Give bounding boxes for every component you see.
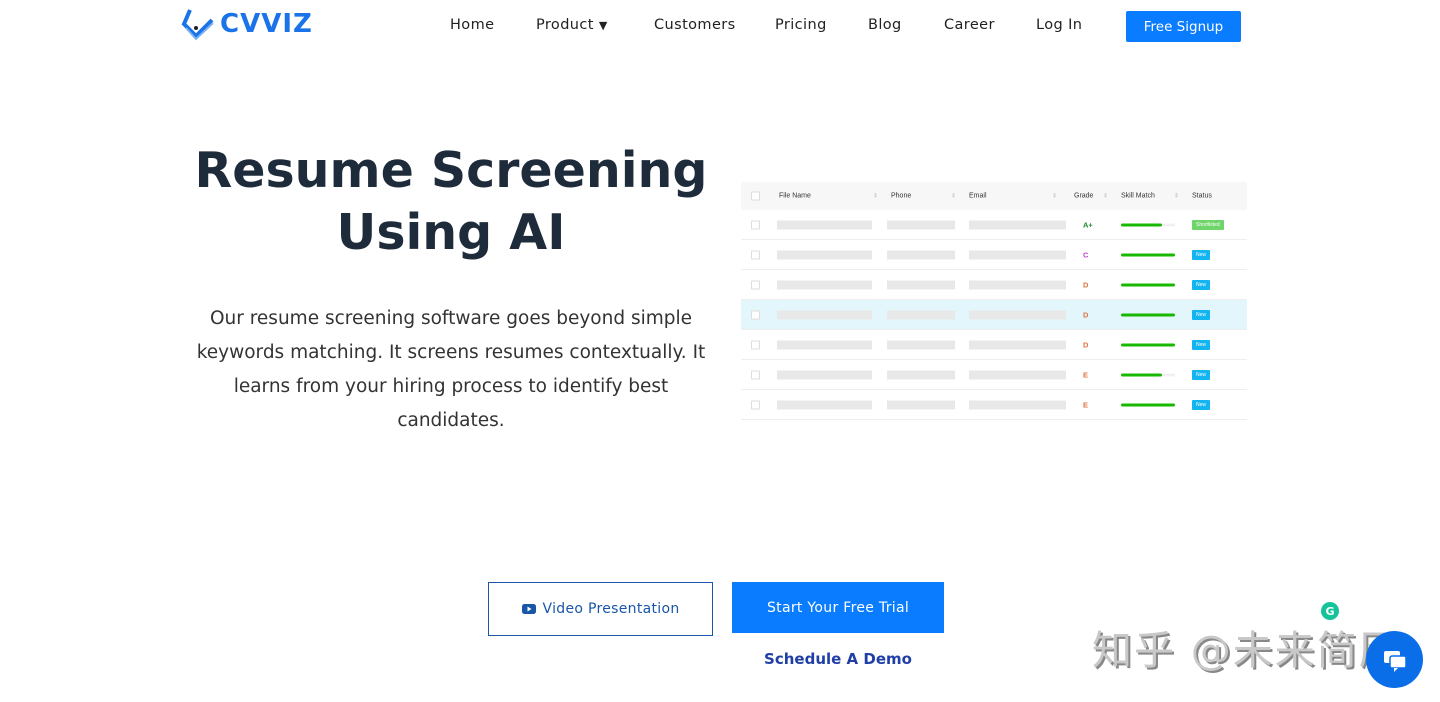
blurred-placeholder (887, 370, 955, 379)
nav-home[interactable]: Home (450, 17, 494, 33)
chat-icon (1383, 650, 1407, 672)
row-checkbox[interactable] (751, 310, 760, 319)
row-checkbox[interactable] (751, 400, 760, 409)
status-badge: New (1192, 279, 1211, 290)
grade-value: D (1083, 310, 1089, 319)
col-status: Status (1192, 192, 1212, 200)
skill-match-bar (1121, 343, 1175, 346)
table-header: File Name ⇕ Phone ⇕ Email ⇕ Grade ⇕ Skill Ma… (741, 182, 1247, 210)
hero-title-line1: Resume Screening (194, 142, 708, 199)
col-email: Email (969, 192, 987, 200)
blurred-placeholder (777, 250, 872, 259)
blurred-placeholder (777, 310, 872, 319)
grade-value: D (1083, 280, 1089, 289)
blurred-placeholder (777, 220, 872, 229)
skill-match-bar (1121, 373, 1175, 376)
blurred-placeholder (887, 340, 955, 349)
status-badge: Shortlisted (1192, 219, 1224, 230)
blurred-placeholder (777, 340, 872, 349)
col-file-name: File Name (779, 192, 811, 200)
nav-pricing[interactable]: Pricing (775, 17, 827, 33)
sort-icon: ⇕ (1103, 193, 1109, 200)
grade-value: A+ (1083, 220, 1093, 229)
hero-description: Our resume screening software goes beyon… (196, 308, 706, 431)
video-presentation-label: Video Presentation (542, 601, 680, 617)
grade-value: C (1083, 250, 1089, 259)
skill-match-bar (1121, 283, 1175, 286)
status-badge: New (1192, 369, 1211, 380)
blurred-placeholder (887, 310, 955, 319)
row-checkbox[interactable] (751, 220, 760, 229)
start-free-trial-button[interactable]: Start Your Free Trial (732, 582, 944, 633)
nav-blog[interactable]: Blog (868, 17, 902, 33)
blurred-placeholder (969, 370, 1066, 379)
table-row[interactable]: C New (741, 240, 1247, 270)
row-checkbox[interactable] (751, 340, 760, 349)
blurred-placeholder (887, 400, 955, 409)
nav-career[interactable]: Career (944, 17, 995, 33)
skill-match-bar (1121, 253, 1175, 256)
skill-match-bar (1121, 313, 1175, 316)
table-row[interactable]: E New (741, 390, 1247, 420)
col-skill-match: Skill Match (1121, 192, 1155, 200)
logo[interactable]: CVVIZ (180, 6, 313, 42)
skill-match-bar (1121, 223, 1175, 226)
col-grade: Grade (1074, 192, 1094, 200)
table-row[interactable]: D New (741, 300, 1247, 330)
blurred-placeholder (969, 400, 1066, 409)
status-badge: New (1192, 399, 1211, 410)
row-checkbox[interactable] (751, 370, 760, 379)
nav-customers[interactable]: Customers (654, 17, 736, 33)
blurred-placeholder (969, 250, 1066, 259)
sort-icon: ⇕ (873, 193, 879, 200)
logo-text: CVVIZ (220, 9, 313, 39)
blurred-placeholder (887, 250, 955, 259)
hero-title: Resume Screening Using AI (170, 140, 732, 264)
free-signup-button[interactable]: Free Signup (1126, 11, 1241, 42)
skill-match-bar (1121, 403, 1175, 406)
col-phone: Phone (891, 192, 912, 200)
table-row[interactable]: D New (741, 270, 1247, 300)
grade-value: D (1083, 340, 1089, 349)
sort-icon: ⇕ (1174, 193, 1180, 200)
blurred-placeholder (969, 220, 1066, 229)
chat-button[interactable] (1366, 631, 1423, 688)
blurred-placeholder (887, 220, 955, 229)
table-row[interactable]: E New (741, 360, 1247, 390)
blurred-placeholder (969, 310, 1066, 319)
cvviz-logo-icon (181, 9, 214, 41)
blurred-placeholder (969, 340, 1066, 349)
row-checkbox[interactable] (751, 250, 760, 259)
status-badge: New (1192, 249, 1211, 260)
row-checkbox[interactable] (751, 280, 760, 289)
blurred-placeholder (777, 370, 872, 379)
youtube-play-icon (521, 604, 536, 614)
sort-icon: ⇕ (951, 193, 957, 200)
select-all-checkbox (751, 191, 760, 201)
grade-value: E (1083, 400, 1089, 409)
sort-icon: ⇕ (1052, 193, 1058, 200)
grammarly-icon[interactable]: G (1321, 602, 1339, 620)
hero-title-line2: Using AI (336, 204, 566, 261)
blurred-placeholder (777, 400, 872, 409)
grade-value: E (1083, 370, 1089, 379)
nav-product-label: Product (536, 17, 594, 33)
blurred-placeholder (887, 280, 955, 289)
blurred-placeholder (969, 280, 1066, 289)
nav-login[interactable]: Log In (1036, 17, 1082, 33)
table-row[interactable]: D New (741, 330, 1247, 360)
status-badge: New (1192, 339, 1211, 350)
status-badge: New (1192, 309, 1211, 320)
video-presentation-button[interactable]: Video Presentation (488, 582, 713, 636)
watermark: 知乎 @未来简历 (1092, 628, 1401, 674)
nav-product[interactable]: Product ▼ (536, 17, 608, 33)
resume-table-preview: File Name ⇕ Phone ⇕ Email ⇕ Grade ⇕ Skill Ma… (741, 182, 1247, 420)
schedule-demo-link[interactable]: Schedule A Demo (732, 650, 944, 668)
blurred-placeholder (777, 280, 872, 289)
caret-down-icon: ▼ (598, 19, 608, 32)
table-row[interactable]: A+ Shortlisted (741, 210, 1247, 240)
